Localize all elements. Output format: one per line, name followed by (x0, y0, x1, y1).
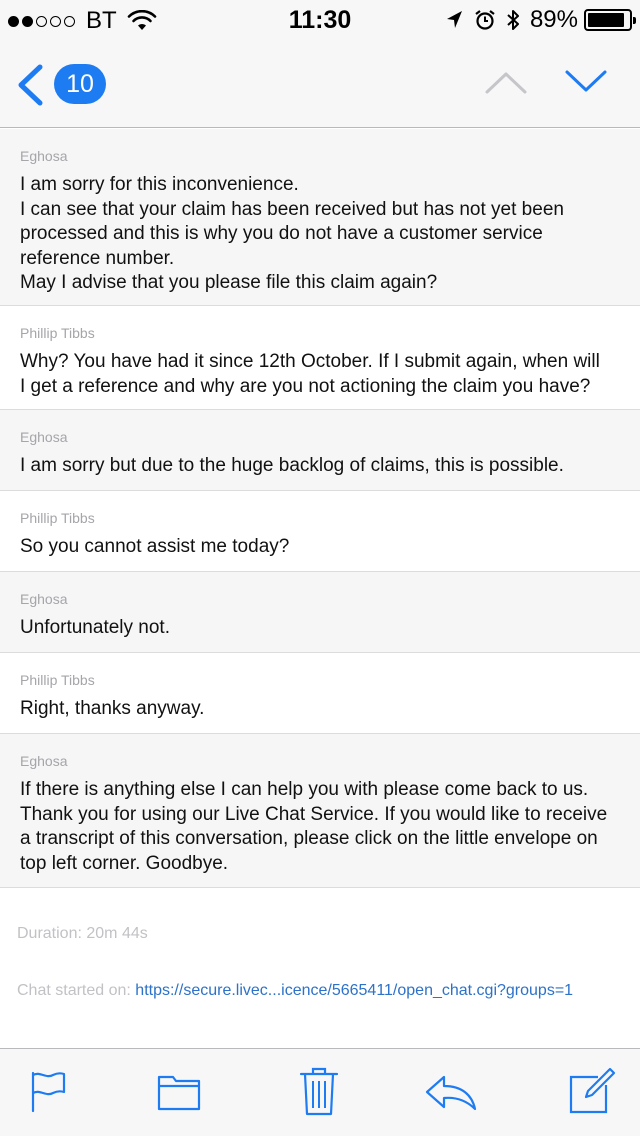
mail-message-screen: BT 11:30 89% 10 Eghosa I am sorry for th… (0, 0, 640, 1136)
battery-icon (584, 9, 636, 31)
message-sender: Phillip Tibbs (20, 672, 95, 688)
message-sender: Eghosa (20, 591, 68, 607)
back-chevron-icon[interactable] (14, 64, 46, 106)
folder-icon[interactable] (157, 1069, 201, 1111)
chat-started-row: Chat started on: https://secure.livec...… (17, 982, 573, 1000)
navigation-bar: 10 (0, 40, 640, 128)
chat-duration: Duration: 20m 44s (17, 925, 148, 942)
message-line: I am sorry for this inconvenience. (20, 174, 299, 195)
message-sender: Eghosa (20, 148, 68, 164)
chat-transcript: Eghosa I am sorry for this inconvenience… (0, 129, 640, 888)
chat-started-label: Chat started on: (17, 982, 131, 999)
message-sender: Phillip Tibbs (20, 325, 95, 341)
message-line: So you cannot assist me today? (20, 536, 290, 557)
previous-message-chevron-icon[interactable] (484, 68, 528, 96)
message-line: processed and this is why you do not hav… (20, 223, 543, 244)
top-bar: BT 11:30 89% 10 (0, 0, 640, 128)
chat-started-link[interactable]: https://secure.livec...icence/5665411/op… (135, 982, 573, 999)
reply-icon[interactable] (424, 1075, 478, 1111)
message-item: Eghosa I am sorry but due to the huge ba… (0, 410, 640, 491)
message-item: Phillip Tibbs So you cannot assist me to… (0, 491, 640, 572)
bluetooth-icon (507, 10, 519, 30)
message-line: I am sorry but due to the huge backlog o… (20, 455, 564, 476)
message-item: Phillip Tibbs Why? You have had it since… (0, 306, 640, 410)
message-line: If there is anything else I can help you… (20, 779, 589, 800)
message-item: Eghosa Unfortunately not. (0, 572, 640, 653)
message-line: Why? You have had it since 12th October.… (20, 351, 600, 372)
message-item: Phillip Tibbs Right, thanks anyway. (0, 653, 640, 734)
message-sender: Eghosa (20, 753, 68, 769)
message-sender: Phillip Tibbs (20, 510, 95, 526)
message-line: reference number. (20, 247, 175, 269)
unread-count-badge[interactable]: 10 (54, 64, 106, 104)
location-arrow-icon (446, 11, 462, 28)
message-line: Right, thanks anyway. (20, 698, 205, 719)
bottom-toolbar (0, 1048, 640, 1136)
trash-icon[interactable] (299, 1065, 339, 1117)
alarm-icon (475, 10, 495, 30)
message-line: Thank you for using our Live Chat Servic… (20, 803, 608, 825)
message-item: Eghosa I am sorry for this inconvenience… (0, 129, 640, 306)
battery-percentage: 89% (529, 6, 578, 33)
message-line: Unfortunately not. (20, 617, 170, 638)
message-line: a transcript of this conversation, pleas… (20, 828, 598, 849)
compose-icon[interactable] (568, 1067, 616, 1115)
status-bar: BT 11:30 89% (0, 0, 640, 40)
message-line: I can see that your claim has been recei… (20, 198, 564, 220)
message-item: Eghosa If there is anything else I can h… (0, 734, 640, 888)
next-message-chevron-icon[interactable] (564, 68, 608, 96)
message-line: I get a reference and why are you not ac… (20, 375, 591, 397)
message-line: May I advise that you please file this c… (20, 272, 438, 293)
message-sender: Eghosa (20, 429, 68, 445)
message-line: top left corner. Goodbye. (20, 852, 229, 874)
flag-icon[interactable] (30, 1069, 68, 1113)
